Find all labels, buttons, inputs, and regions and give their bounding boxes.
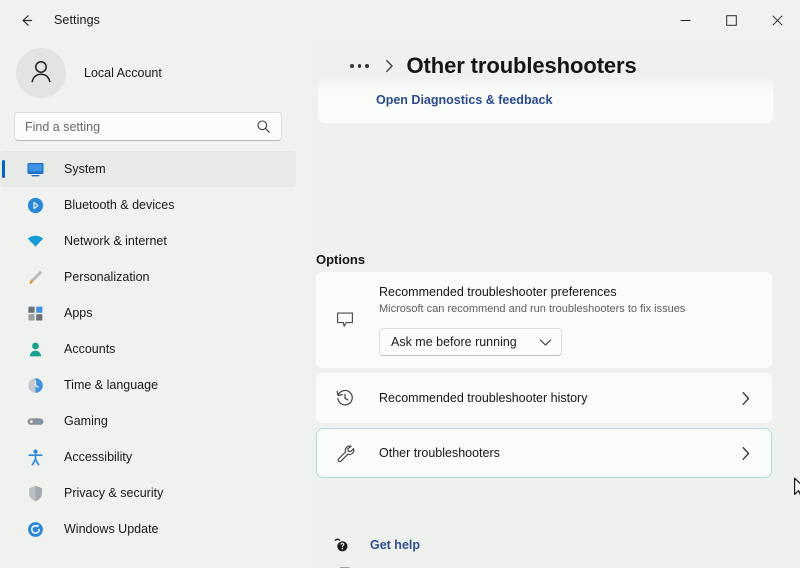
history-clock-icon xyxy=(335,388,379,408)
chevron-right-icon xyxy=(741,391,751,406)
search-box[interactable] xyxy=(14,112,282,141)
page-title: Other troubleshooters xyxy=(406,53,637,78)
sidebar-item-label: System xyxy=(64,162,106,176)
card-body: Other troubleshooters xyxy=(379,445,741,461)
card-title: Recommended troubleshooter history xyxy=(379,391,588,405)
open-diagnostics-feedback-link[interactable]: Open Diagnostics & feedback xyxy=(376,93,552,107)
options-section-heading: Options xyxy=(316,252,366,267)
sidebar-item-label: Accounts xyxy=(64,342,116,356)
sidebar-item-privacy-security[interactable]: Privacy & security xyxy=(0,475,296,511)
sidebar: Local Account Find a setting System Blue… xyxy=(0,40,310,568)
close-icon xyxy=(771,14,783,26)
sidebar-item-label: Time & language xyxy=(64,378,159,392)
sidebar-item-label: Personalization xyxy=(64,270,150,284)
mouse-cursor xyxy=(793,477,800,506)
sidebar-item-accessibility[interactable]: Accessibility xyxy=(0,439,296,475)
card-title: Other troubleshooters xyxy=(379,446,500,460)
maximize-button[interactable] xyxy=(708,0,754,40)
settings-window: Settings Local Account Find a setting Sy… xyxy=(0,0,800,568)
sidebar-item-bluetooth-devices[interactable]: Bluetooth & devices xyxy=(0,187,296,223)
sidebar-item-label: Gaming xyxy=(64,414,108,428)
page-header: Other troubleshooters xyxy=(310,40,800,92)
card-recommended-troubleshooter-preferences[interactable]: Recommended troubleshooter preferences M… xyxy=(316,272,772,368)
sidebar-item-time-language[interactable]: Time & language xyxy=(0,367,296,403)
accessibility-icon xyxy=(24,446,46,468)
help-question-icon xyxy=(326,537,356,554)
card-other-troubleshooters[interactable]: Other troubleshooters xyxy=(316,428,772,478)
bluetooth-icon xyxy=(24,194,46,216)
sidebar-item-apps[interactable]: Apps xyxy=(0,295,296,331)
close-button[interactable] xyxy=(754,0,800,40)
window-controls xyxy=(662,0,800,40)
options-cards: Recommended troubleshooter preferences M… xyxy=(316,272,772,483)
bottom-links: Get help Give feedback xyxy=(316,532,455,568)
minimize-icon xyxy=(680,15,691,26)
sidebar-item-system[interactable]: System xyxy=(0,151,296,187)
search-wrapper xyxy=(14,112,296,141)
person-avatar-icon xyxy=(26,56,56,91)
recommended-troubleshooter-preference-dropdown[interactable]: Ask me before running xyxy=(379,328,562,356)
sidebar-item-label: Privacy & security xyxy=(64,486,164,500)
dropdown-selected-value: Ask me before running xyxy=(391,335,517,349)
update-refresh-icon xyxy=(24,518,46,540)
maximize-icon xyxy=(725,14,737,26)
sidebar-nav: System Bluetooth & devices Network & int… xyxy=(0,151,310,547)
main-content: Share optional diagnostic data to get ad… xyxy=(310,40,800,568)
bottom-link-label: Get help xyxy=(370,538,421,552)
wifi-icon xyxy=(24,230,46,252)
card-recommended-troubleshooter-history[interactable]: Recommended troubleshooter history xyxy=(316,373,772,423)
window-body: Local Account Find a setting System Blue… xyxy=(0,40,800,568)
sidebar-item-label: Network & internet xyxy=(64,234,167,248)
back-arrow-icon xyxy=(18,12,35,29)
sidebar-item-windows-update[interactable]: Windows Update xyxy=(0,511,296,547)
clock-globe-icon xyxy=(24,374,46,396)
sidebar-item-network-internet[interactable]: Network & internet xyxy=(0,223,296,259)
account-name: Local Account xyxy=(84,66,162,80)
chevron-down-icon xyxy=(539,338,552,347)
card-title: Recommended troubleshooter preferences xyxy=(379,285,617,299)
sidebar-item-label: Bluetooth & devices xyxy=(64,198,175,212)
sidebar-item-accounts[interactable]: Accounts xyxy=(0,331,296,367)
breadcrumb-separator-icon xyxy=(385,59,394,73)
paintbrush-icon xyxy=(24,266,46,288)
sidebar-item-label: Apps xyxy=(64,306,93,320)
card-body: Recommended troubleshooter history xyxy=(379,390,741,406)
sidebar-item-label: Windows Update xyxy=(64,522,159,536)
search-icon xyxy=(255,119,271,134)
card-subtitle: Microsoft can recommend and run troubles… xyxy=(379,303,686,315)
minimize-button[interactable] xyxy=(662,0,708,40)
title-bar: Settings xyxy=(0,0,800,40)
sidebar-item-label: Accessibility xyxy=(64,450,133,464)
monitor-icon xyxy=(24,158,46,180)
shield-icon xyxy=(24,482,46,504)
sidebar-item-gaming[interactable]: Gaming xyxy=(0,403,296,439)
avatar xyxy=(16,48,66,98)
back-button[interactable] xyxy=(8,5,44,35)
wrench-icon xyxy=(335,443,379,463)
gamepad-icon xyxy=(24,410,46,432)
sidebar-item-personalization[interactable]: Personalization xyxy=(0,259,296,295)
search-input[interactable] xyxy=(25,119,255,134)
chevron-right-icon xyxy=(741,446,751,461)
get-help-link[interactable]: Get help xyxy=(316,532,455,558)
breadcrumb-overflow-button[interactable] xyxy=(348,60,371,72)
give-feedback-link[interactable]: Give feedback xyxy=(316,561,455,568)
app-title: Settings xyxy=(54,13,100,27)
card-body: Recommended troubleshooter preferences M… xyxy=(379,284,771,356)
speech-bubble-icon xyxy=(335,310,379,330)
apps-icon xyxy=(24,302,46,324)
account-block[interactable]: Local Account xyxy=(0,40,310,106)
person-icon xyxy=(24,338,46,360)
